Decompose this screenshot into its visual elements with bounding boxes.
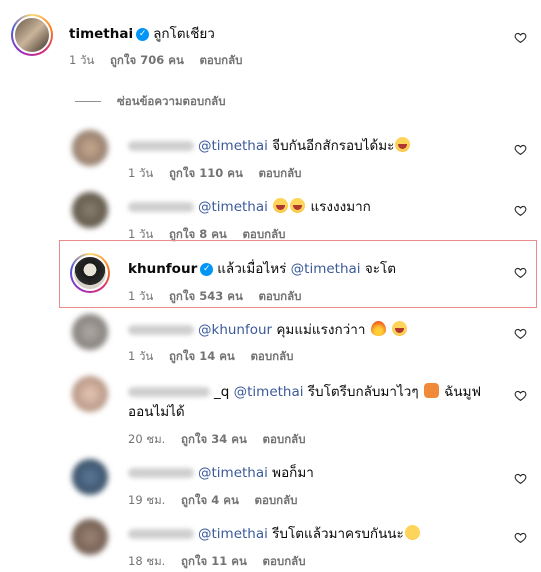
heart-icon[interactable] bbox=[514, 266, 527, 279]
mention-link[interactable]: @timethai bbox=[198, 465, 268, 481]
like-count[interactable]: ถูกใจ 543 คน bbox=[169, 289, 243, 303]
heart-icon[interactable] bbox=[514, 472, 527, 485]
comment-prefix: แล้วเมื่อไหร่ bbox=[217, 261, 287, 277]
laughing-emoji-icon bbox=[395, 137, 411, 152]
timestamp[interactable]: 20 ชม. bbox=[128, 432, 165, 446]
reply-button[interactable]: ตอบกลับ bbox=[255, 493, 298, 507]
mention-link[interactable]: @timethai bbox=[234, 384, 304, 400]
avatar[interactable] bbox=[72, 192, 108, 228]
like-count[interactable]: ถูกใจ 11 คน bbox=[181, 554, 247, 568]
timestamp[interactable]: 18 ชม. bbox=[128, 554, 165, 568]
comment-text: คุมแม่แรงกว่าา bbox=[276, 322, 366, 338]
like-count[interactable]: ถูกใจ 14 คน bbox=[169, 349, 235, 363]
avatar[interactable] bbox=[72, 459, 108, 495]
comment-text: รีบโตแล้วมาครบกันนะ bbox=[272, 526, 404, 542]
mention-link[interactable]: @khunfour bbox=[198, 322, 272, 338]
like-count[interactable]: ถูกใจ 4 คน bbox=[181, 493, 239, 507]
avatar[interactable] bbox=[72, 376, 108, 412]
timestamp[interactable]: 1 วัน bbox=[69, 53, 94, 67]
timestamp[interactable]: 1 วัน bbox=[128, 166, 153, 180]
like-count[interactable]: ถูกใจ 706 คน bbox=[110, 53, 184, 67]
comment-text-cont: ฉันมูฟ bbox=[444, 384, 482, 400]
divider bbox=[75, 101, 101, 102]
heart-icon[interactable] bbox=[514, 204, 527, 217]
blurred-username[interactable] bbox=[128, 325, 194, 335]
blurred-username[interactable] bbox=[128, 387, 210, 397]
blurred-username[interactable] bbox=[128, 529, 194, 539]
fire-emoji-icon bbox=[370, 321, 386, 336]
comment-text: รีบโตรีบกลับมาไวๆ bbox=[307, 384, 419, 400]
reply-button[interactable]: ตอบกลับ bbox=[199, 53, 242, 67]
timestamp[interactable]: 1 วัน bbox=[128, 227, 153, 241]
heart-icon[interactable] bbox=[514, 389, 527, 402]
laughing-emoji-icon bbox=[392, 321, 407, 336]
blurred-username[interactable] bbox=[128, 141, 194, 151]
heart-icon[interactable] bbox=[514, 531, 527, 544]
blurred-username[interactable] bbox=[128, 202, 194, 212]
reply-button[interactable]: ตอบกลับ bbox=[242, 227, 285, 241]
comment-text: แรงงงมาก bbox=[310, 199, 371, 215]
laughing-emoji-icon bbox=[273, 198, 289, 213]
comment-text: จะโต bbox=[364, 261, 397, 277]
hide-replies-label: ซ่อนข้อความตอบกลับ bbox=[117, 94, 226, 108]
like-count[interactable]: ถูกใจ 110 คน bbox=[169, 166, 243, 180]
timestamp[interactable]: 1 วัน bbox=[128, 349, 153, 363]
cat-emoji-icon bbox=[423, 383, 439, 398]
laughing-emoji-icon bbox=[290, 198, 306, 213]
like-count[interactable]: ถูกใจ 34 คน bbox=[181, 432, 247, 446]
heart-icon[interactable] bbox=[514, 31, 527, 44]
avatar[interactable] bbox=[72, 314, 108, 350]
username-suffix[interactable]: _q bbox=[214, 384, 229, 400]
comment-text-line2: ออนไม่ได้ bbox=[128, 404, 185, 420]
avatar[interactable] bbox=[11, 14, 53, 56]
reply-button[interactable]: ตอบกลับ bbox=[258, 289, 301, 303]
reply-button[interactable]: ตอบกลับ bbox=[263, 432, 306, 446]
timestamp[interactable]: 19 ชม. bbox=[128, 493, 165, 507]
heart-icon[interactable] bbox=[514, 143, 527, 156]
username[interactable]: khunfour bbox=[128, 261, 197, 277]
username[interactable]: timethai bbox=[69, 26, 133, 42]
blurred-username[interactable] bbox=[128, 468, 194, 478]
timestamp[interactable]: 1 วัน bbox=[128, 289, 153, 303]
mention-link[interactable]: @timethai bbox=[291, 261, 361, 277]
reply-button[interactable]: ตอบกลับ bbox=[258, 166, 301, 180]
mention-link[interactable]: @timethai bbox=[198, 526, 268, 542]
reply-button[interactable]: ตอบกลับ bbox=[250, 349, 293, 363]
reply-button[interactable]: ตอบกลับ bbox=[263, 554, 306, 568]
like-count[interactable]: ถูกใจ 8 คน bbox=[169, 227, 227, 241]
mention-link[interactable]: @timethai bbox=[198, 138, 268, 154]
party-face-emoji-icon bbox=[404, 525, 420, 540]
heart-icon[interactable] bbox=[514, 327, 527, 340]
comment-text: พอก็มา bbox=[272, 465, 314, 481]
comment-text: จีบกันอีกสักรอบได้มะ bbox=[272, 138, 395, 154]
verified-icon: ✓ bbox=[200, 262, 214, 276]
hide-replies-button[interactable]: ซ่อนข้อความตอบกลับ bbox=[75, 93, 226, 111]
comment-text: ลูกโตเชียว bbox=[153, 26, 215, 42]
mention-link[interactable]: @timethai bbox=[198, 199, 268, 215]
avatar[interactable] bbox=[72, 130, 108, 166]
avatar[interactable] bbox=[70, 253, 110, 293]
avatar[interactable] bbox=[72, 519, 108, 555]
verified-icon: ✓ bbox=[136, 27, 150, 41]
